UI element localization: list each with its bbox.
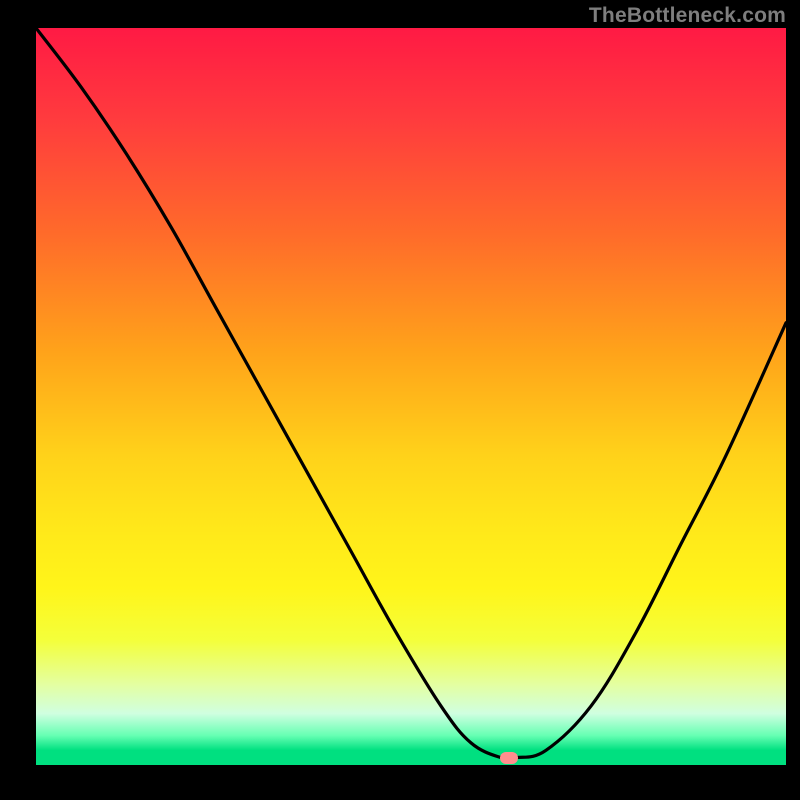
heat-gradient [36, 28, 786, 765]
plot-area [36, 28, 786, 765]
watermark-text: TheBottleneck.com [589, 4, 786, 28]
chart-frame: TheBottleneck.com [0, 0, 800, 800]
optimum-marker [500, 752, 518, 764]
